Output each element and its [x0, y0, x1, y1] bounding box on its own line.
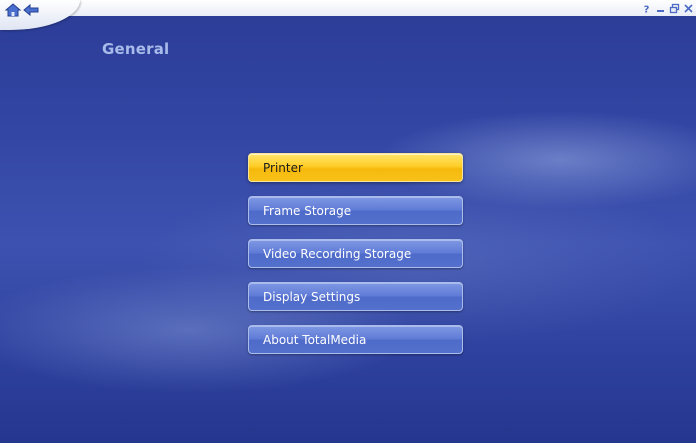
help-icon[interactable]: ? [641, 3, 652, 14]
menu-item-printer[interactable]: Printer [248, 153, 463, 182]
menu-item-video-recording-storage[interactable]: Video Recording Storage [248, 239, 463, 268]
restore-icon[interactable] [669, 3, 680, 14]
menu-item-label: Display Settings [263, 289, 361, 304]
home-icon[interactable] [4, 3, 22, 17]
menu-item-label: Printer [263, 160, 303, 175]
nav-cap [0, 0, 80, 30]
menu-item-frame-storage[interactable]: Frame Storage [248, 196, 463, 225]
app-window: ? General Printer Frame Storage Video Re… [0, 0, 696, 443]
page-title: General [102, 40, 170, 58]
menu-item-label: Frame Storage [263, 203, 352, 218]
minimize-icon[interactable] [655, 3, 666, 14]
back-arrow-icon[interactable] [22, 3, 40, 17]
close-icon[interactable] [683, 3, 694, 14]
menu-item-about-totalmedia[interactable]: About TotalMedia [248, 325, 463, 354]
top-bar [0, 0, 696, 16]
menu-item-label: Video Recording Storage [263, 246, 412, 261]
svg-text:?: ? [644, 4, 650, 14]
menu-item-display-settings[interactable]: Display Settings [248, 282, 463, 311]
menu-item-label: About TotalMedia [263, 332, 367, 347]
window-controls: ? [641, 1, 694, 15]
